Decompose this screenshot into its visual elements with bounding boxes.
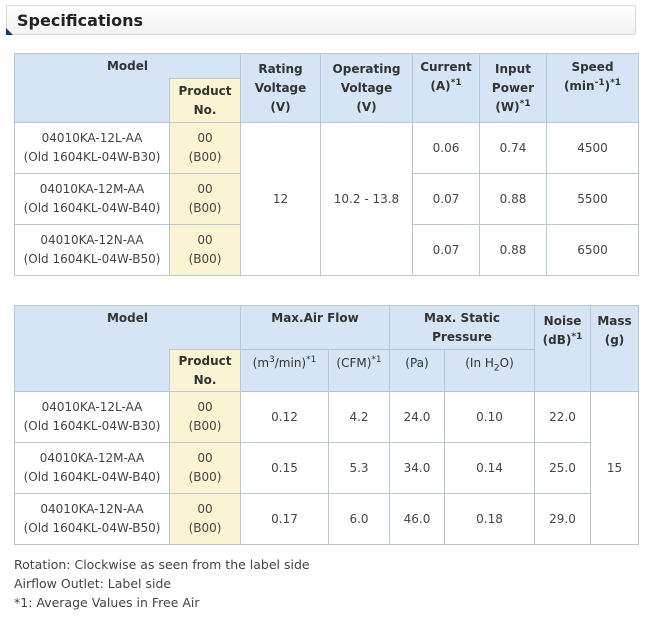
product-no-cell: 00 (B00) <box>169 173 241 225</box>
section-header: Specifications <box>6 5 636 35</box>
speed-cell: 6500 <box>546 224 639 276</box>
th-in-h2o: (In H2O) <box>444 349 536 392</box>
airflow-m3-cell: 0.15 <box>240 442 329 494</box>
noise-cell: 25.0 <box>534 442 592 494</box>
pressure-pa-cell: 46.0 <box>389 493 446 545</box>
th-noise: Noise (dB)*1 <box>534 305 592 392</box>
pressure-pa-cell: 24.0 <box>389 391 446 443</box>
th-product-no: Product No. <box>169 349 241 392</box>
th-speed: Speed (min-1)*1 <box>546 53 639 123</box>
section-title: Specifications <box>17 11 143 30</box>
th-mass: Mass (g) <box>590 305 640 392</box>
airflow-cfm-cell: 4.2 <box>327 391 391 443</box>
th-rating-voltage: Rating Voltage (V) <box>240 53 321 123</box>
model-cell: 04010KA-12L-AA (Old 1604KL-04W-B30) <box>14 391 170 443</box>
table-row: 04010KA-12L-AA (Old 1604KL-04W-B30) 00 (B0… <box>14 122 639 276</box>
input-power-cell: 0.74 <box>479 122 547 174</box>
footnote-rotation: Rotation: Clockwise as seen from the lab… <box>14 557 310 572</box>
th-input-power: Input Power (W)*1 <box>479 53 547 123</box>
footnotes: Rotation: Clockwise as seen from the lab… <box>14 555 310 612</box>
th-model-spacer <box>14 349 170 392</box>
corner-accent-icon <box>6 28 13 35</box>
current-cell: 0.06 <box>412 122 480 174</box>
airflow-m3-cell: 0.17 <box>240 493 329 545</box>
airflow-m3-cell: 0.12 <box>240 391 329 443</box>
th-operating-voltage: Operating Voltage (V) <box>320 53 413 123</box>
rating-voltage-cell: 12 <box>240 122 321 276</box>
input-power-cell: 0.88 <box>479 224 547 276</box>
table-row: 04010KA-12L-AA (Old 1604KL-04W-B30) 00 (B0… <box>14 391 640 545</box>
th-current: Current (A)*1 <box>412 53 480 123</box>
model-cell: 04010KA-12M-AA (Old 1604KL-04W-B40) <box>14 442 170 494</box>
product-no-cell: 00 (B00) <box>169 224 241 276</box>
current-cell: 0.07 <box>412 173 480 225</box>
th-pa: (Pa) <box>389 349 446 392</box>
pressure-inh2o-cell: 0.18 <box>444 493 536 545</box>
noise-cell: 29.0 <box>534 493 592 545</box>
pressure-inh2o-cell: 0.10 <box>444 391 536 443</box>
input-power-cell: 0.88 <box>479 173 547 225</box>
th-m3-per-min: (m3/min)*1 <box>240 349 329 392</box>
current-cell: 0.07 <box>412 224 480 276</box>
airflow-cfm-cell: 5.3 <box>327 442 391 494</box>
noise-cell: 22.0 <box>534 391 592 443</box>
th-cfm: (CFM)*1 <box>327 349 391 392</box>
pressure-inh2o-cell: 0.14 <box>444 442 536 494</box>
table-row: 04010KA-12M-AA (Old 1604KL-04W-B40) 00 (B0… <box>14 442 639 494</box>
airflow-cfm-cell: 6.0 <box>327 493 391 545</box>
product-no-cell: 00 (B00) <box>169 442 241 494</box>
product-no-cell: 00 (B00) <box>169 391 241 443</box>
th-max-static-pressure: Max. Static Pressure <box>389 305 536 350</box>
model-cell: 04010KA-12M-AA (Old 1604KL-04W-B40) <box>14 173 170 225</box>
spec-table-performance: Model Max.Air Flow Max. Static Pressure … <box>14 305 640 545</box>
spec-table-electrical: Model Rating Voltage (V) Operating Volta… <box>14 53 639 276</box>
th-model-spacer <box>14 78 170 123</box>
pressure-pa-cell: 34.0 <box>389 442 446 494</box>
model-cell: 04010KA-12N-AA (Old 1604KL-04W-B50) <box>14 493 170 545</box>
product-no-cell: 00 (B00) <box>169 122 241 174</box>
table-row: 04010KA-12N-AA (Old 1604KL-04W-B50) 00 (B0… <box>14 493 639 545</box>
footnote-note1: *1: Average Values in Free Air <box>14 595 200 610</box>
model-cell: 04010KA-12L-AA (Old 1604KL-04W-B30) <box>14 122 170 174</box>
mass-cell: 15 <box>590 391 640 545</box>
speed-cell: 4500 <box>546 122 639 174</box>
footnote-airflow-outlet: Airflow Outlet: Label side <box>14 576 172 591</box>
th-max-air-flow: Max.Air Flow <box>239 305 391 350</box>
th-model: Model <box>14 305 241 350</box>
th-model: Model <box>14 53 241 79</box>
th-product-no: Product No. <box>169 78 241 123</box>
speed-cell: 5500 <box>546 173 639 225</box>
operating-voltage-cell: 10.2 - 13.8 <box>320 122 413 276</box>
model-cell: 04010KA-12N-AA (Old 1604KL-04W-B50) <box>14 224 170 276</box>
product-no-cell: 00 (B00) <box>169 493 241 545</box>
